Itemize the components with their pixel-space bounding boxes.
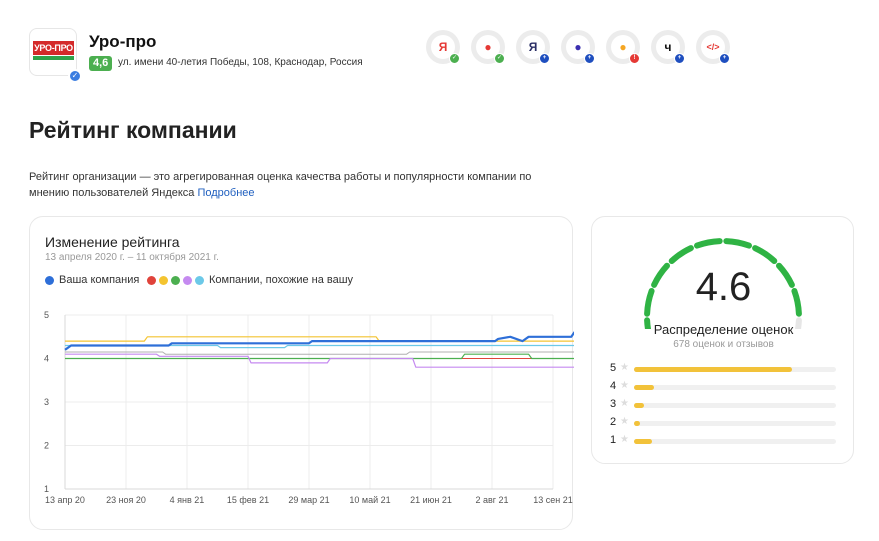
status-add-icon: +	[584, 53, 595, 64]
status-add-icon: +	[539, 53, 550, 64]
star-icon: ★	[620, 416, 629, 427]
more-link[interactable]: Подробнее	[197, 187, 254, 199]
rating-chart-card: Изменение рейтинга 13 апреля 2020 г. – 1…	[29, 216, 574, 530]
distribution-row[interactable]: 1 ★	[610, 434, 840, 448]
y-tick-label: 3	[44, 397, 49, 407]
status-ok-icon: ✓	[449, 53, 460, 64]
star-icon: ★	[620, 398, 629, 409]
company-logo[interactable]: УРО-ПРО ✓	[29, 28, 82, 83]
x-tick-label: 29 мар 21	[288, 495, 329, 505]
distribution-subtitle: 678 оценок и отзывов	[673, 339, 774, 350]
x-tick-label: 13 апр 20	[45, 495, 85, 505]
big-rating-value: 4.6	[695, 265, 752, 309]
gauge-segment	[752, 245, 778, 264]
distribution-bar-track	[634, 385, 836, 390]
distribution-row[interactable]: 4 ★	[610, 380, 840, 394]
distribution-bar-track	[634, 439, 836, 444]
legend-similar-dot[interactable]	[147, 276, 156, 285]
rating-description: Рейтинг организации — это агрегированная…	[29, 169, 569, 201]
logo-text: УРО-ПРО	[33, 41, 74, 55]
x-tick-label: 13 сен 21	[533, 495, 573, 505]
x-tick-label: 4 янв 21	[170, 495, 205, 505]
chart-period: 13 апреля 2020 г. – 11 октября 2021 г.	[45, 252, 219, 263]
y-tick-label: 2	[44, 441, 49, 451]
verified-check-icon: ✓	[68, 69, 82, 83]
similar-company-line[interactable]	[65, 353, 574, 360]
distribution-bar-fill	[634, 403, 645, 408]
yandex-q-icon[interactable]: ч +	[651, 30, 685, 64]
rating-line-chart[interactable]: 1 2 3 4 5 13 апр 20 23 ноя 20 4 янв 21 15 фев 21…	[30, 297, 574, 517]
yandex-browser-icon[interactable]: Я +	[516, 30, 550, 64]
x-tick-label: 10 май 21	[349, 495, 390, 505]
legend-similar-label[interactable]: Компании, похожие на вашу	[209, 274, 353, 286]
status-ok-icon: ✓	[494, 53, 505, 64]
star-icon: ★	[620, 362, 629, 373]
code-widget-icon[interactable]: </> +	[696, 30, 730, 64]
distribution-title: Распределение оценок	[653, 322, 794, 337]
legend-own-dot	[45, 276, 54, 285]
star-count-label: 4	[610, 380, 617, 392]
status-add-icon: +	[674, 53, 685, 64]
yandex-letter-icon[interactable]: Я ✓	[426, 30, 460, 64]
gauge-segment	[723, 238, 752, 249]
company-address: ул. имени 40-летия Победы, 108, Краснода…	[118, 57, 363, 68]
x-tick-label: 23 ноя 20	[106, 495, 146, 505]
distribution-bar-fill	[634, 439, 653, 444]
gauge-segment	[694, 238, 723, 249]
yandex-go-icon[interactable]: ●!	[606, 30, 640, 64]
status-warning-icon: !	[629, 53, 640, 64]
star-icon: ★	[620, 380, 629, 391]
legend-similar-dot[interactable]	[159, 276, 168, 285]
rating-distribution-card: 4.6 Распределение оценок 678 оценок и от…	[591, 216, 854, 464]
chart-title: Изменение рейтинга	[45, 234, 180, 250]
legend-similar-dot[interactable]	[183, 276, 192, 285]
company-name[interactable]: Уро-про	[89, 32, 156, 52]
x-tick-label: 15 фев 21	[227, 495, 269, 505]
distribution-row[interactable]: 3 ★	[610, 398, 840, 412]
star-count-label: 1	[610, 434, 617, 446]
logo-mark: УРО-ПРО	[33, 41, 74, 63]
distribution-row[interactable]: 2 ★	[610, 416, 840, 430]
star-icon: ★	[620, 434, 629, 445]
distribution-bar-fill	[634, 385, 655, 390]
distribution-bar-fill	[634, 421, 641, 426]
star-count-label: 2	[610, 416, 617, 428]
gauge-segment	[668, 245, 694, 264]
logo-strip	[33, 56, 74, 60]
legend-own-label[interactable]: Ваша компания	[59, 274, 139, 286]
distribution-bar-fill	[634, 367, 792, 372]
legend-similar-dot[interactable]	[171, 276, 180, 285]
description-text: Рейтинг организации — это агрегированная…	[29, 171, 532, 199]
x-tick-label: 2 авг 21	[475, 495, 508, 505]
legend-similar-dot[interactable]	[195, 276, 204, 285]
alice-icon[interactable]: ● +	[561, 30, 595, 64]
page-title: Рейтинг компании	[29, 117, 237, 143]
status-add-icon: +	[719, 53, 730, 64]
y-tick-label: 5	[44, 310, 49, 320]
distribution-bar-track	[634, 403, 836, 408]
distribution-row[interactable]: 5 ★	[610, 362, 840, 376]
y-tick-label: 4	[44, 354, 49, 364]
y-tick-label: 1	[44, 484, 49, 494]
distribution-bar-track	[634, 367, 836, 372]
similar-company-line[interactable]	[65, 353, 574, 368]
map-pin-icon[interactable]: ● ✓	[471, 30, 505, 64]
distribution-bar-track	[634, 421, 836, 426]
star-count-label: 3	[610, 398, 617, 410]
star-count-label: 5	[610, 362, 617, 374]
x-tick-label: 21 июн 21	[410, 495, 452, 505]
rating-badge: 4,6	[89, 56, 113, 71]
